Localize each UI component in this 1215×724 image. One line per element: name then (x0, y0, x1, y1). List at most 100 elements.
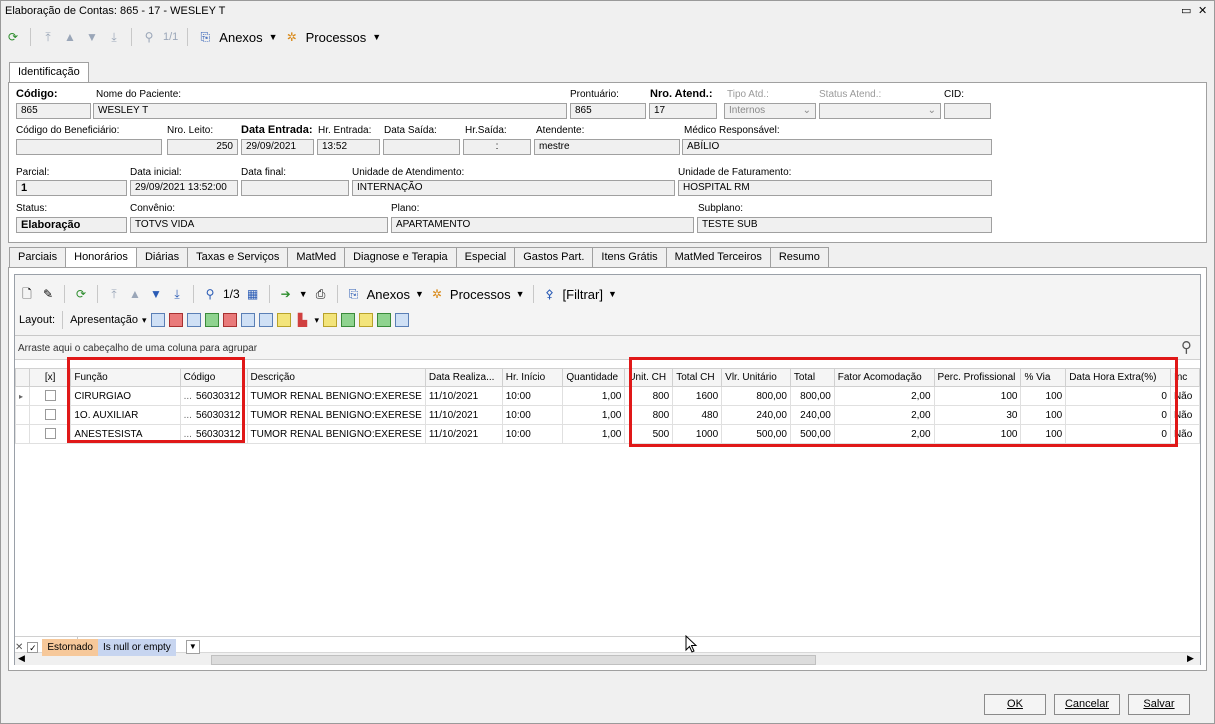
inc-cell[interactable]: Não (1169, 405, 1201, 425)
plano-field[interactable]: APARTAMENTO (391, 217, 694, 233)
inc-cell[interactable]: Não (1169, 424, 1201, 444)
layout-green2-icon[interactable] (377, 313, 392, 327)
layout-highlight-icon[interactable] (359, 313, 374, 327)
print-icon[interactable]: ⎙ (313, 286, 329, 302)
hr-entrada-field[interactable]: 13:52 (317, 139, 380, 155)
column-header[interactable]: Hr. Início (501, 368, 564, 387)
tab-resumo[interactable]: Resumo (769, 247, 829, 267)
column-header[interactable]: Vlr. Unitário (721, 368, 791, 387)
previous-record-icon[interactable]: ▲ (127, 286, 143, 302)
ellipsis-icon[interactable]: ... (184, 391, 192, 402)
save-button[interactable]: Salvar (1128, 694, 1190, 715)
data-cell[interactable]: 11/10/2021 (424, 405, 503, 425)
nome-field[interactable]: WESLEY T (93, 103, 567, 119)
search-icon[interactable]: ⚲ (1181, 338, 1192, 356)
perc-cell[interactable]: 100 (933, 424, 1022, 444)
column-header[interactable]: Função (70, 368, 181, 387)
first-record-icon[interactable]: ⤒ (106, 286, 122, 302)
cod-benef-field[interactable] (16, 139, 162, 155)
prontuario-field[interactable]: 865 (570, 103, 646, 119)
table-row[interactable]: ANESTESISTA ... 56030312 TUMOR RENAL BENI… (15, 424, 1201, 444)
vlr-unitario-cell[interactable]: 500,00 (721, 424, 791, 444)
hr-inicio-cell[interactable]: 10:00 (501, 405, 564, 425)
descricao-cell[interactable]: TUMOR RENAL BENIGNO:EXERESE (246, 424, 426, 444)
total-ch-cell[interactable]: 1600 (672, 386, 723, 406)
perc-cell[interactable]: 30 (933, 405, 1022, 425)
chevron-down-icon[interactable]: ▼ (299, 289, 308, 299)
layout-columns-icon[interactable] (186, 313, 201, 327)
table-row[interactable]: 1O. AUXILIAR ... 56030312 TUMOR RENAL BEN… (15, 405, 1201, 425)
ellipsis-icon[interactable]: ... (184, 410, 192, 421)
binoculars-icon[interactable]: ⚲ (141, 29, 157, 45)
subplano-field[interactable]: TESTE SUB (697, 217, 992, 233)
tab-matmed[interactable]: MatMed (287, 247, 346, 267)
funcao-cell[interactable]: ANESTESISTA (70, 424, 181, 444)
data-cell[interactable]: 11/10/2021 (424, 386, 503, 406)
hr-saida-field[interactable]: : (463, 139, 531, 155)
anexos-menu[interactable]: Anexos (219, 30, 262, 45)
restore-icon[interactable]: ▭ (1181, 4, 1191, 17)
tab-matmed-terceiros[interactable]: MatMed Terceiros (665, 247, 771, 267)
filter-dropdown-icon[interactable]: ▼ (185, 640, 200, 654)
export-arrow-icon[interactable]: ➔ (278, 286, 294, 302)
cancel-button[interactable]: Cancelar (1054, 694, 1120, 715)
previous-record-icon[interactable]: ▲ (62, 29, 78, 45)
unit-ch-cell[interactable]: 800 (624, 405, 674, 425)
parcial-field[interactable]: 1 (16, 180, 127, 196)
codigo-cell[interactable]: ... 56030312 (179, 386, 248, 406)
cid-field[interactable] (944, 103, 991, 119)
column-header[interactable]: Data Realiza... (424, 368, 503, 387)
total-ch-cell[interactable]: 1000 (672, 424, 723, 444)
codigo-cell[interactable]: ... 56030312 (179, 424, 248, 444)
scroll-right-icon[interactable]: ▶ (1187, 653, 1194, 664)
vlr-unitario-cell[interactable]: 240,00 (721, 405, 791, 425)
tab-taxas-servicos[interactable]: Taxas e Serviços (187, 247, 289, 267)
apresentacao-menu[interactable]: Apresentação (70, 314, 138, 326)
ellipsis-icon[interactable]: ... (184, 429, 192, 440)
last-record-icon[interactable]: ⤓ (169, 286, 185, 302)
nro-leito-field[interactable]: 250 (167, 139, 238, 155)
refresh-icon[interactable]: ⟳ (73, 286, 89, 302)
tab-parciais[interactable]: Parciais (9, 247, 67, 267)
status-atend-select[interactable]: ⌄ (819, 103, 941, 119)
layout-note-icon[interactable] (276, 313, 291, 327)
vlr-unitario-cell[interactable]: 800,00 (721, 386, 791, 406)
column-header[interactable]: Perc. Profissional (933, 368, 1022, 387)
unid-fat-field[interactable]: HOSPITAL RM (678, 180, 992, 196)
column-header[interactable]: Data Hora Extra(%) (1065, 368, 1171, 387)
column-header[interactable]: Descrição (246, 368, 426, 387)
unit-ch-cell[interactable]: 500 (624, 424, 674, 444)
processos-menu[interactable]: Processos (306, 30, 367, 45)
atendente-field[interactable]: mestre (534, 139, 680, 155)
funcao-cell[interactable]: 1O. AUXILIAR (70, 405, 181, 425)
unit-ch-cell[interactable]: 800 (624, 386, 674, 406)
column-header[interactable]: [x] (28, 368, 72, 387)
total-ch-cell[interactable]: 480 (672, 405, 723, 425)
new-document-icon[interactable]: 🗋 (19, 286, 35, 302)
via-cell[interactable]: 100 (1020, 405, 1067, 425)
filtrar-menu[interactable]: [Filtrar] (563, 287, 603, 302)
grid-processos-menu[interactable]: Processos (450, 287, 511, 302)
data-inicial-field[interactable]: 29/09/2021 13:52:00 (130, 180, 238, 196)
data-cell[interactable]: 11/10/2021 (424, 424, 503, 444)
layout-sum-icon[interactable] (258, 313, 273, 327)
estornado-filter[interactable]: Estornado (42, 638, 98, 656)
layout-red-grid-icon[interactable] (168, 313, 183, 327)
column-header[interactable]: Quantidade (562, 368, 626, 387)
chevron-down-icon[interactable]: ▼ (269, 32, 278, 42)
perc-cell[interactable]: 100 (933, 386, 1022, 406)
total-cell[interactable]: 800,00 (789, 386, 835, 406)
medico-field[interactable]: ABÍLIO (682, 139, 992, 155)
extra-cell[interactable]: 0 (1065, 386, 1171, 406)
chevron-down-icon[interactable]: ▼ (608, 289, 617, 299)
codigo-cell[interactable]: ... 56030312 (179, 405, 248, 425)
fator-cell[interactable]: 2,00 (833, 424, 935, 444)
data-final-field[interactable] (241, 180, 349, 196)
quantidade-cell[interactable]: 1,00 (562, 386, 626, 406)
column-header[interactable]: Total (789, 368, 835, 387)
layout-yellow-icon[interactable] (323, 313, 338, 327)
tab-identificacao[interactable]: Identificação (9, 62, 89, 83)
last-record-icon[interactable]: ⤓ (106, 29, 122, 45)
column-header[interactable]: Código (179, 368, 248, 387)
row-checkbox[interactable] (44, 409, 56, 421)
